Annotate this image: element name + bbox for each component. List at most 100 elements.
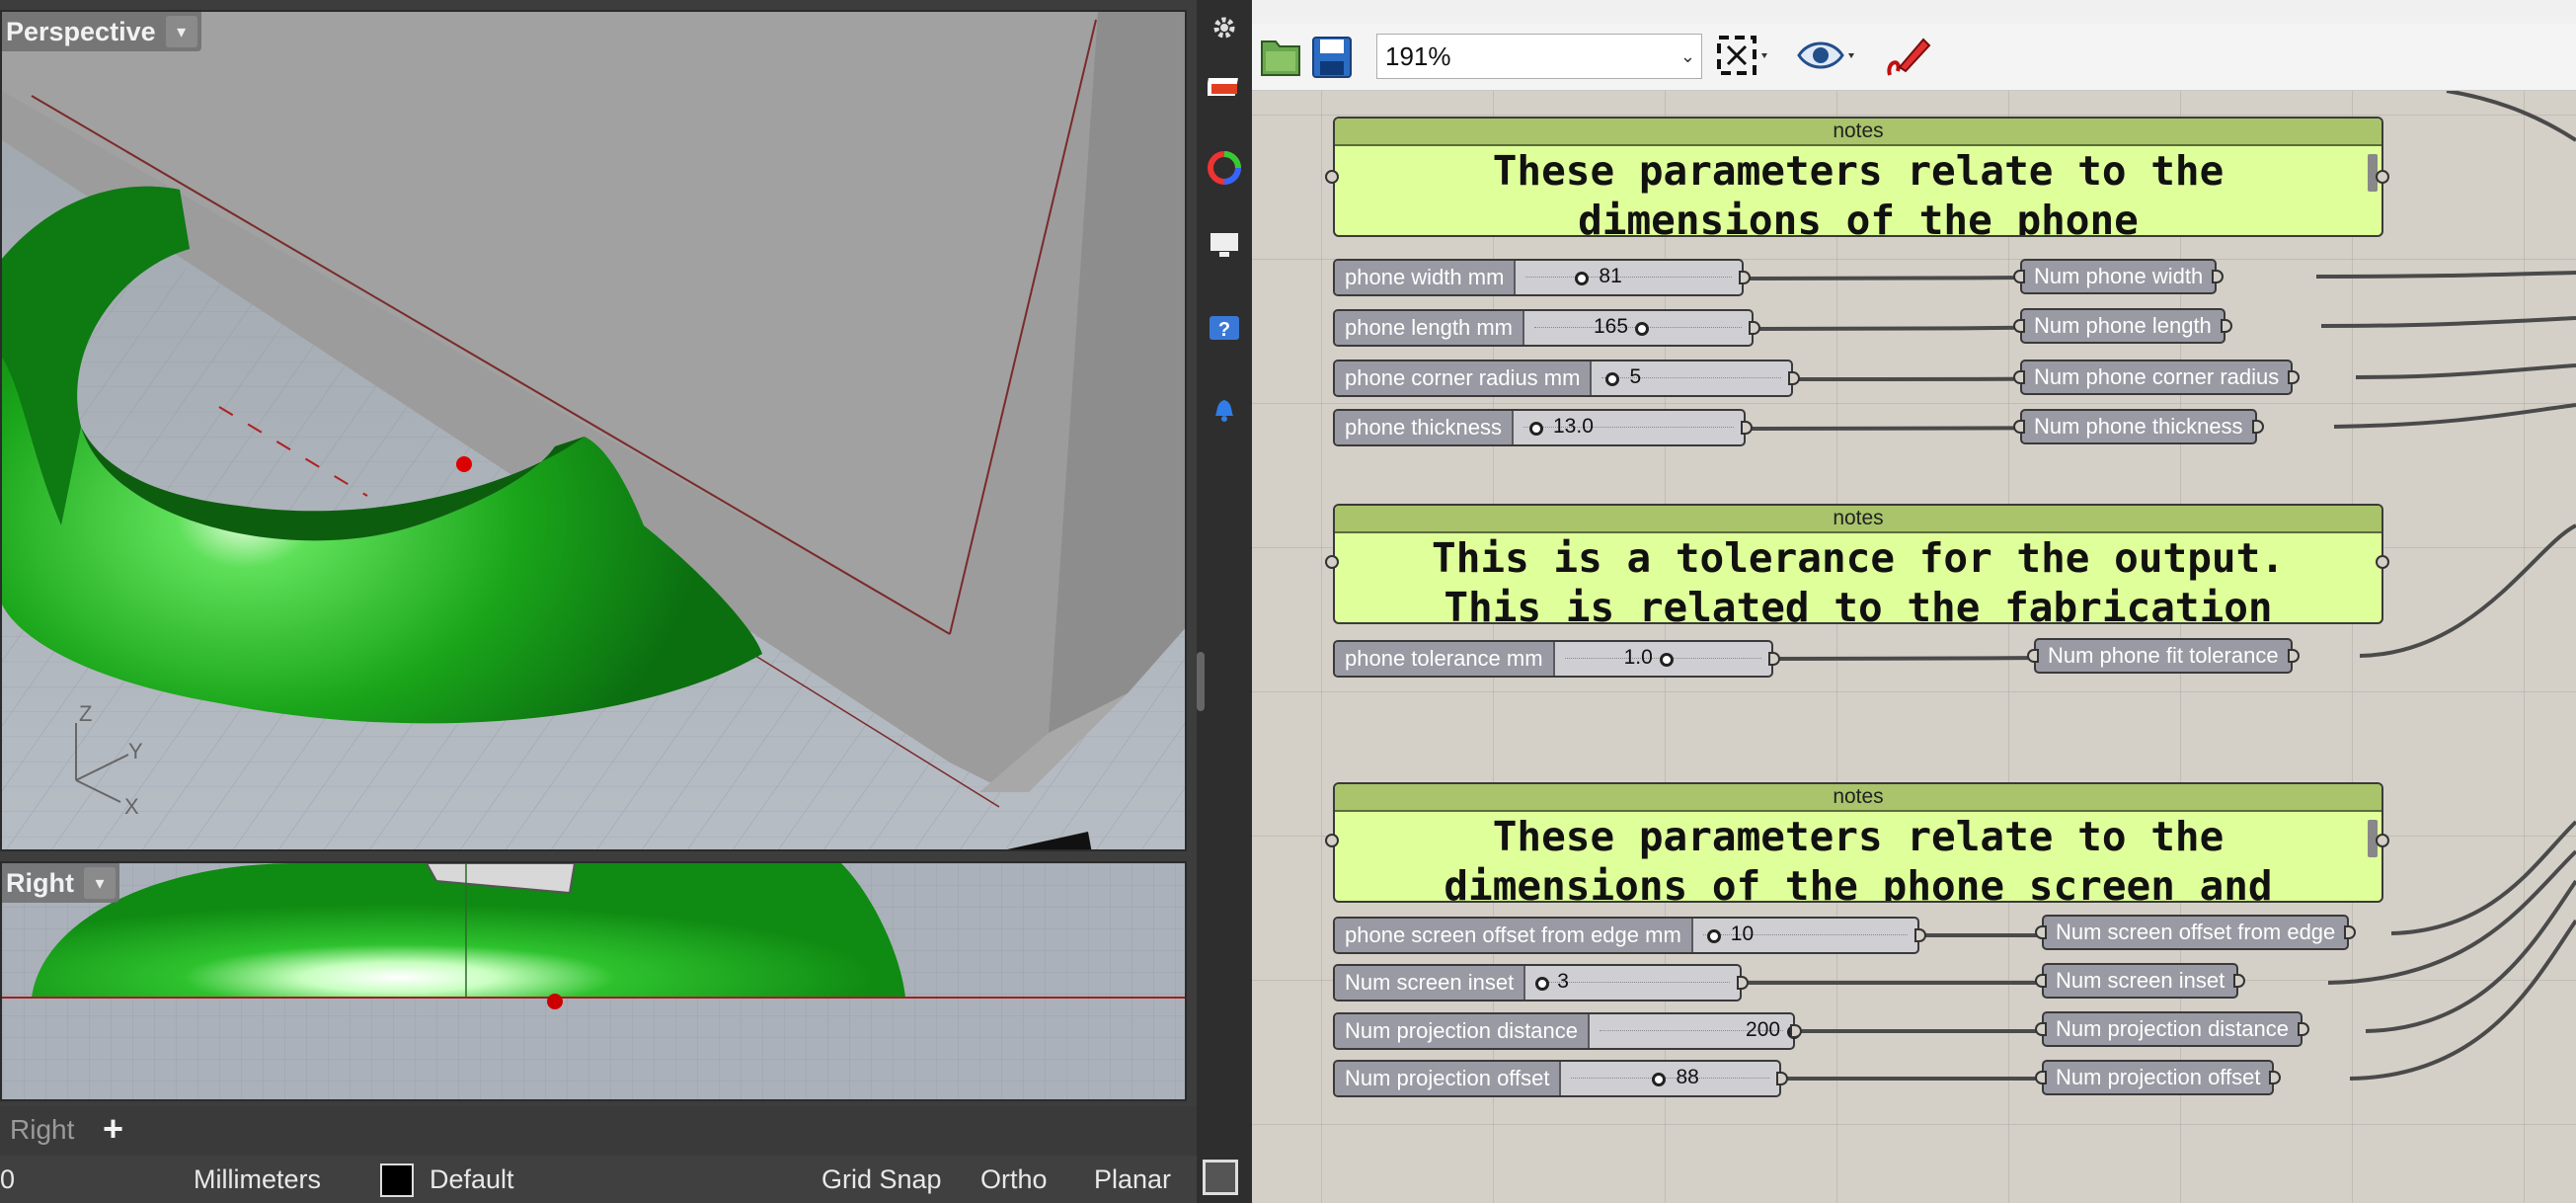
input-grip[interactable] <box>2035 974 2047 988</box>
input-grip[interactable] <box>1325 170 1339 184</box>
param-num-phone-corner-radius[interactable]: Num phone corner radius <box>2013 360 2301 395</box>
slider-rail[interactable]: 5 <box>1592 361 1791 395</box>
viewport-title-text: Perspective <box>6 17 156 46</box>
param-num-phone-width[interactable]: Num phone width <box>2013 259 2225 294</box>
slider-knob[interactable] <box>1706 929 1721 943</box>
add-viewport-button[interactable]: + <box>103 1108 123 1150</box>
slider-rail[interactable]: 1.0 <box>1555 642 1771 676</box>
slider-phone-corner-radius[interactable]: phone corner radius mm 5 <box>1333 360 1800 397</box>
slider-value: 81 <box>1599 265 1622 287</box>
chevron-down-icon[interactable]: ▾ <box>165 16 197 47</box>
param-num-projection-distance[interactable]: Num projection distance <box>2035 1011 2310 1047</box>
panel-toggle-button[interactable] <box>1203 1160 1238 1195</box>
notes-panel[interactable]: notes This is a tolerance for the output… <box>1333 504 2383 624</box>
right-scene <box>2 863 1185 1099</box>
slider-rail[interactable]: 81 <box>1516 261 1742 294</box>
input-grip[interactable] <box>2013 319 2025 333</box>
param-num-screen-inset[interactable]: Num screen inset <box>2035 963 2246 999</box>
zoom-level-value: 191% <box>1385 41 1451 71</box>
input-grip[interactable] <box>2035 925 2047 939</box>
slider-projection-offset[interactable]: Num projection offset 88 <box>1333 1060 1788 1097</box>
input-grip[interactable] <box>2035 1071 2047 1084</box>
slider-phone-thickness[interactable]: phone thickness 13.0 <box>1333 409 1753 446</box>
output-grip[interactable] <box>2376 834 2389 847</box>
slider-projection-distance[interactable]: Num projection distance 200 <box>1333 1012 1802 1050</box>
slider-phone-length[interactable]: phone length mm 165 <box>1333 309 1760 347</box>
notes-panel[interactable]: notes These parameters relate to the dim… <box>1333 117 2383 237</box>
notification-bell-icon[interactable] <box>1205 389 1244 429</box>
layer-color-swatch[interactable] <box>380 1163 414 1197</box>
slider-rail[interactable]: 13.0 <box>1514 411 1744 444</box>
coordinate-readout: 0 <box>0 1164 16 1194</box>
ortho-toggle[interactable]: Ortho <box>980 1164 1048 1195</box>
param-num-projection-offset[interactable]: Num projection offset <box>2035 1060 2282 1095</box>
slider-knob[interactable] <box>1659 653 1674 667</box>
slider-knob[interactable] <box>1575 272 1590 285</box>
zoom-level-select[interactable]: 191% ⌄ <box>1376 34 1702 79</box>
slider-knob[interactable] <box>1652 1073 1667 1086</box>
slider-rail[interactable]: 200 <box>1590 1014 1802 1048</box>
slider-knob[interactable] <box>1635 322 1649 336</box>
slider-knob[interactable] <box>1535 977 1550 991</box>
param-num-screen-offset-from-edge[interactable]: Num screen offset from edge <box>2035 915 2357 950</box>
perspective-scene: Z Y X <box>2 12 1185 849</box>
slider-value: 5 <box>1629 365 1642 388</box>
color-wheel-icon[interactable] <box>1205 148 1244 188</box>
tab-right[interactable]: Right <box>10 1114 74 1146</box>
slider-value: 10 <box>1730 922 1755 945</box>
slider-rail[interactable]: 165 <box>1524 311 1752 345</box>
input-grip[interactable] <box>2013 420 2025 434</box>
units-label[interactable]: Millimeters <box>194 1164 321 1195</box>
input-grip[interactable] <box>1325 555 1339 569</box>
panel-resize-handle[interactable] <box>1197 652 1205 711</box>
output-grip[interactable] <box>2287 649 2300 663</box>
open-file-icon[interactable] <box>1258 32 1303 81</box>
zoom-extents-icon[interactable] <box>1714 32 1773 81</box>
planar-toggle[interactable]: Planar <box>1094 1164 1171 1195</box>
notes-header: notes <box>1335 506 2381 533</box>
output-grip[interactable] <box>2220 319 2232 333</box>
slider-label: Num projection offset <box>1335 1062 1562 1095</box>
input-grip[interactable] <box>2013 370 2025 384</box>
slider-value: 1.0 <box>1623 646 1653 669</box>
perspective-viewport-title[interactable]: Perspective ▾ <box>2 12 201 51</box>
save-file-icon[interactable] <box>1309 32 1355 81</box>
current-layer[interactable]: Default <box>429 1164 514 1195</box>
slider-rail[interactable]: 88 <box>1561 1062 1779 1095</box>
slider-rail[interactable]: 3 <box>1525 966 1740 1000</box>
output-grip[interactable] <box>2376 555 2389 569</box>
grid-snap-toggle[interactable]: Grid Snap <box>821 1164 942 1195</box>
right-viewport-title[interactable]: Right ▾ <box>2 863 119 903</box>
help-icon[interactable]: ? <box>1205 308 1244 348</box>
layers-icon[interactable] <box>1205 67 1244 107</box>
slider-phone-tolerance[interactable]: phone tolerance mm 1.0 <box>1333 640 1780 678</box>
gear-icon[interactable] <box>1205 8 1244 47</box>
notes-panel[interactable]: notes These parameters relate to the dim… <box>1333 782 2383 903</box>
output-grip[interactable] <box>2376 170 2389 184</box>
input-grip[interactable] <box>2013 270 2025 283</box>
input-grip[interactable] <box>2035 1022 2047 1036</box>
param-label: Num phone thickness <box>2034 414 2243 439</box>
param-num-phone-thickness[interactable]: Num phone thickness <box>2013 409 2264 444</box>
slider-screen-offset-from-edge[interactable]: phone screen offset from edge mm 10 <box>1333 917 1926 954</box>
display-icon[interactable] <box>1205 225 1244 265</box>
slider-value: 200 <box>1746 1018 1781 1041</box>
preview-eye-icon[interactable] <box>1795 32 1858 81</box>
perspective-viewport[interactable]: Z Y X Perspective ▾ <box>0 10 1187 851</box>
chevron-down-icon[interactable]: ▾ <box>83 867 116 899</box>
slider-knob[interactable] <box>1605 372 1620 386</box>
slider-phone-width[interactable]: phone width mm 81 <box>1333 259 1751 296</box>
input-grip[interactable] <box>2027 649 2039 663</box>
grasshopper-canvas[interactable]: notes These parameters relate to the dim… <box>1252 91 2576 1203</box>
slider-knob[interactable] <box>1529 422 1543 436</box>
input-grip[interactable] <box>1325 834 1339 847</box>
right-viewport[interactable]: Right ▾ <box>0 861 1187 1101</box>
param-num-phone-length[interactable]: Num phone length <box>2013 308 2232 344</box>
param-num-phone-fit-tolerance[interactable]: Num phone fit tolerance <box>2027 638 2300 674</box>
output-grip[interactable] <box>2251 420 2264 434</box>
slider-screen-inset[interactable]: Num screen inset 3 <box>1333 964 1749 1002</box>
sketch-pen-icon[interactable] <box>1880 32 1935 81</box>
notes-line: dimensions of the phone screen and <box>1444 862 2273 903</box>
slider-rail[interactable]: 10 <box>1693 919 1917 952</box>
axis-z-label: Z <box>79 701 92 726</box>
